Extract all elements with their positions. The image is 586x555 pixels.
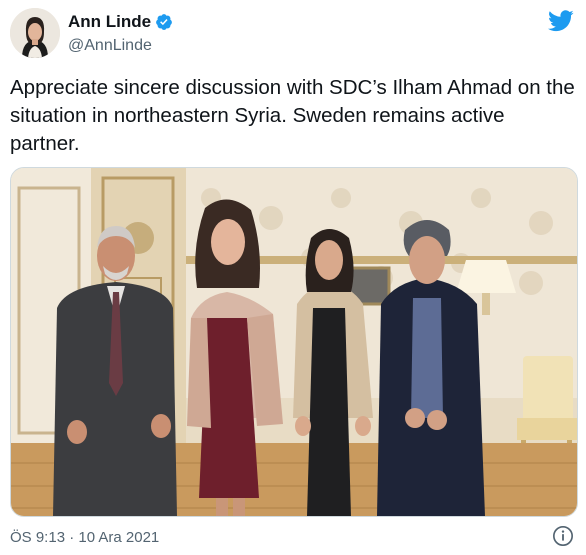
verified-badge-icon [156,14,172,30]
tweet-text: Appreciate sincere discussion with SDC’s… [10,76,575,155]
author-handle[interactable]: @AnnLinde [68,37,152,55]
author-name-row[interactable]: Ann Linde [68,12,173,32]
tweet-timestamp[interactable]: ÖS 9:13 · 10 Ara 2021 [10,529,159,546]
photo-illustration [11,168,577,516]
author-display-name[interactable]: Ann Linde [68,12,151,32]
avatar-portrait [10,8,60,58]
tweet-card: Ann Linde @AnnLinde Appreciate sincere d… [0,0,586,555]
tweet-photo[interactable] [10,167,578,517]
avatar[interactable] [10,8,60,58]
info-icon[interactable] [552,525,574,547]
twitter-bird-icon[interactable] [548,10,574,32]
